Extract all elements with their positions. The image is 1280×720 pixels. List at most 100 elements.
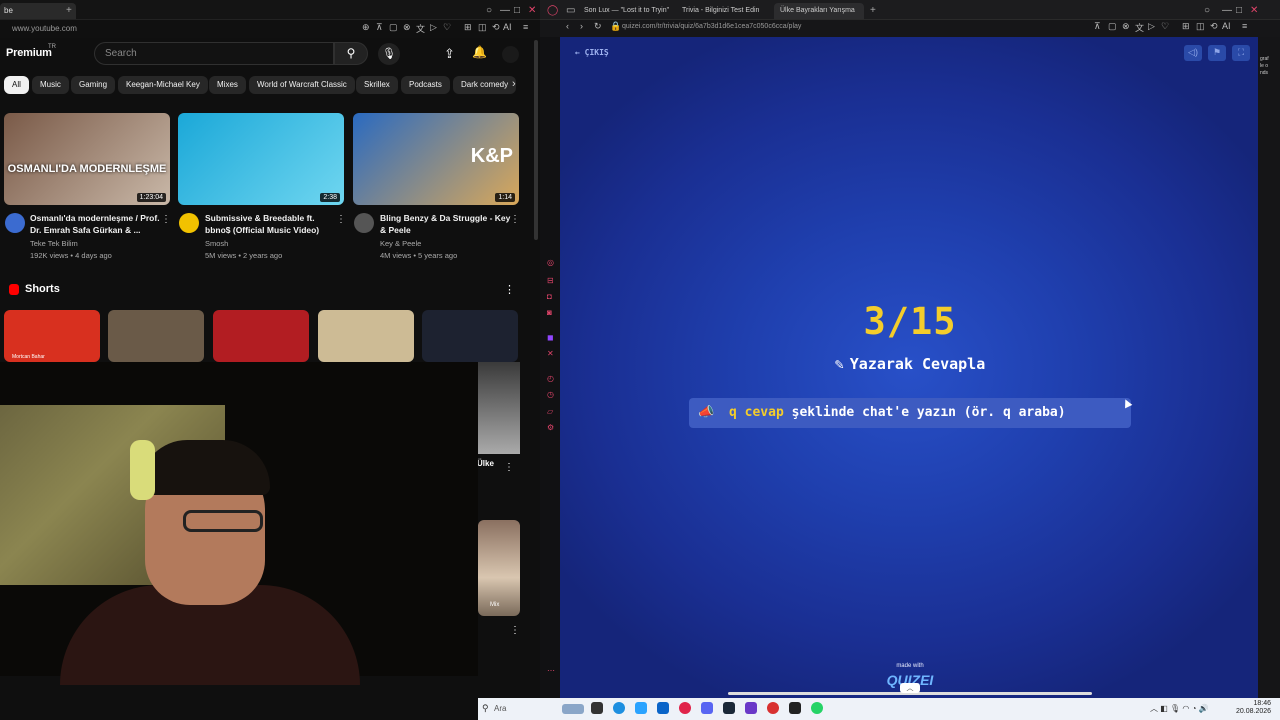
tab-trivia[interactable]: Trivia - Bilginizi Test Edin xyxy=(676,3,770,19)
video-thumbnail[interactable]: OSMANLI'DA MODERNLEŞME 1:23:04 xyxy=(4,113,170,205)
app-icon[interactable] xyxy=(745,702,757,714)
mic-icon[interactable]: 🎙 xyxy=(378,43,400,65)
whatsapp-icon[interactable] xyxy=(811,702,823,714)
more-icon[interactable]: ⋮ xyxy=(161,214,171,225)
channel-avatar[interactable] xyxy=(5,213,25,233)
chip-keegan[interactable]: Keegan-Michael Key xyxy=(118,76,208,94)
right-url[interactable]: quizei.com/tr/trivia/quiz/6a7b3d1d6e1cea… xyxy=(622,23,801,30)
discord-icon[interactable] xyxy=(701,702,713,714)
chip-gaming[interactable]: Gaming xyxy=(71,76,116,94)
taskbar-search[interactable]: Ara xyxy=(478,700,548,718)
pin-icon[interactable]: ⊼ xyxy=(1094,21,1101,32)
back-icon[interactable]: ‹ xyxy=(566,21,569,31)
zoom-icon[interactable]: ⊕ xyxy=(362,22,370,33)
edge-icon[interactable] xyxy=(613,702,625,714)
chevron-up-icon[interactable]: ︿ xyxy=(900,683,920,693)
more-icon[interactable]: ⋮ xyxy=(336,214,346,225)
fullscreen-icon[interactable]: ⛶ xyxy=(1232,45,1250,61)
ai-icon[interactable]: ◎ xyxy=(547,258,554,267)
menu-icon[interactable]: ≡ xyxy=(523,22,528,32)
clock-icon[interactable]: ◷ xyxy=(547,390,554,399)
more-icon[interactable]: ⋮ xyxy=(510,214,520,225)
video-title[interactable]: Bling Benzy & Da Struggle - Key & Peele xyxy=(380,212,515,236)
video-channel[interactable]: Smosh xyxy=(205,239,228,248)
play-icon[interactable]: ▷ xyxy=(1148,21,1155,32)
x-icon[interactable]: ✕ xyxy=(547,349,554,358)
whatsapp-icon[interactable]: ◙ xyxy=(547,308,552,317)
minimize-icon[interactable]: — xyxy=(1222,5,1232,16)
extensions-icon[interactable]: ⊞ xyxy=(1182,21,1190,32)
tab-son-lux[interactable]: Son Lux — "Lost it to Tryin" xyxy=(578,3,674,19)
more-icon[interactable]: ⋮ xyxy=(504,283,515,296)
settings-icon[interactable]: ⚙ xyxy=(547,423,554,432)
video-thumbnail[interactable]: 2:38 xyxy=(178,113,344,205)
chip-music[interactable]: Music xyxy=(32,76,69,94)
minimize-icon[interactable]: — xyxy=(500,5,510,16)
history-icon[interactable]: ◴ xyxy=(547,374,554,383)
wallet-icon[interactable]: ◫ xyxy=(478,22,487,33)
search-icon[interactable]: ⚲ xyxy=(334,42,368,65)
workspaces-icon[interactable]: ▭ xyxy=(566,5,575,16)
short-thumbnail[interactable]: Mortcan Bahar xyxy=(4,310,100,362)
block-icon[interactable]: ⊗ xyxy=(1122,21,1130,32)
system-tray[interactable]: ︿ ◧ 🎙 ◠ ◔ 🔊 xyxy=(1150,703,1209,714)
sound-icon[interactable]: ◁) xyxy=(1184,45,1202,61)
chip-skrillex[interactable]: Skrillex xyxy=(356,76,398,94)
ai-label[interactable]: AI xyxy=(1222,21,1231,31)
more-icon[interactable]: ⋮ xyxy=(504,462,514,473)
sync-icon[interactable]: ⟲ xyxy=(492,22,500,33)
obs-icon[interactable] xyxy=(789,702,801,714)
left-address-bar[interactable] xyxy=(0,20,540,38)
flag-icon[interactable]: ⚑ xyxy=(1208,45,1226,61)
cart-icon[interactable]: ⊟ xyxy=(547,276,554,285)
chevron-right-icon[interactable]: › xyxy=(512,78,516,90)
translate-icon[interactable]: 文 xyxy=(416,22,425,35)
maximize-icon[interactable]: □ xyxy=(1236,5,1242,16)
extensions-icon[interactable]: ⊞ xyxy=(464,22,472,33)
snapshot-icon[interactable]: ▢ xyxy=(389,22,398,33)
steam-icon[interactable] xyxy=(723,702,735,714)
chip-wow[interactable]: World of Warcraft Classic xyxy=(249,76,355,94)
youtube-search-input[interactable]: Search xyxy=(94,42,334,65)
upload-icon[interactable]: ⇪ xyxy=(444,46,455,62)
channel-avatar[interactable] xyxy=(354,213,374,233)
close-icon[interactable]: ✕ xyxy=(528,5,536,16)
video-channel[interactable]: Teke Tek Bilim xyxy=(30,239,78,248)
channel-avatar[interactable] xyxy=(179,213,199,233)
chip-dark-comedy[interactable]: Dark comedy xyxy=(453,76,517,94)
left-url[interactable]: www.youtube.com xyxy=(12,24,77,33)
reload-icon[interactable]: ↻ xyxy=(594,21,602,32)
ai-label[interactable]: AI xyxy=(503,22,512,32)
maximize-icon[interactable]: □ xyxy=(514,5,520,16)
messenger-icon[interactable]: ◘ xyxy=(547,292,552,301)
avatar[interactable] xyxy=(502,46,519,63)
short-title[interactable]: Ülke xyxy=(477,459,494,468)
video-title[interactable]: Osmanlı'da modernleşme / Prof. Dr. Emrah… xyxy=(30,212,165,236)
opera-icon[interactable] xyxy=(679,702,691,714)
scrollbar[interactable] xyxy=(534,40,538,240)
bell-icon[interactable]: 🔔 xyxy=(472,45,487,59)
app-icon[interactable] xyxy=(657,702,669,714)
close-icon[interactable]: ✕ xyxy=(1250,5,1258,16)
short-thumbnail[interactable] xyxy=(213,310,309,362)
exit-button[interactable]: ← ÇIKIŞ xyxy=(575,48,609,57)
short-thumbnail[interactable] xyxy=(108,310,204,362)
video-thumbnail[interactable]: K&P 1:14 xyxy=(353,113,519,205)
forward-icon[interactable]: › xyxy=(580,21,583,31)
new-tab-icon[interactable]: + xyxy=(66,5,72,16)
new-tab-icon[interactable]: + xyxy=(870,5,876,16)
opera-logo-icon[interactable]: ◯ xyxy=(547,5,558,16)
translate-icon[interactable]: 文 xyxy=(1135,21,1144,34)
heart-icon[interactable]: ♡ xyxy=(1161,21,1169,32)
clock[interactable]: 18:46 20.08.2026 xyxy=(1236,700,1271,716)
tab-search-icon[interactable]: ○ xyxy=(1204,5,1210,16)
tab-ulke-bayraklari[interactable]: Ülke Bayrakları Yarışma xyxy=(774,3,864,19)
explorer-icon[interactable] xyxy=(591,702,603,714)
store-icon[interactable] xyxy=(635,702,647,714)
snapshot-icon[interactable]: ▢ xyxy=(1108,21,1117,32)
video-channel[interactable]: Key & Peele xyxy=(380,239,421,248)
bookmark-icon[interactable]: ▱ xyxy=(547,407,553,416)
youtube-logo[interactable]: Premium xyxy=(6,47,52,59)
more-icon[interactable]: ⋮ xyxy=(510,625,520,636)
short-thumbnail[interactable] xyxy=(422,310,518,362)
